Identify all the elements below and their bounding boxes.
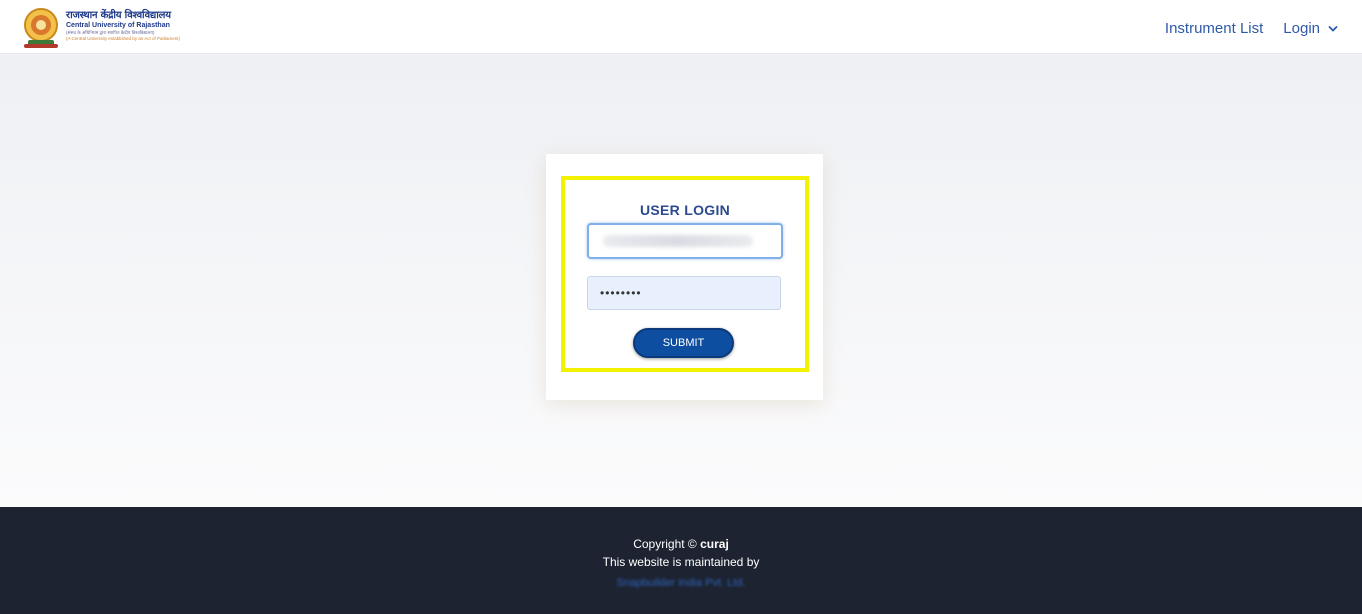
login-form-highlight: USER LOGIN •••••••• SUBMIT <box>561 176 809 372</box>
footer: Copyright © curaj This website is mainta… <box>0 507 1362 614</box>
logo-subline-english: (A Central University established by an … <box>66 36 181 41</box>
nav-menu: Instrument List Login <box>1145 20 1338 37</box>
copyright-line: Copyright © curaj <box>0 535 1362 553</box>
copyright-prefix: Copyright © <box>633 537 701 551</box>
chevron-down-icon <box>1328 25 1338 32</box>
login-label: Login <box>1283 20 1320 37</box>
nav-login-dropdown[interactable]: Login <box>1283 20 1338 37</box>
username-value-redacted <box>603 235 753 247</box>
nav-instrument-list-link[interactable]: Instrument List <box>1165 20 1263 37</box>
maintainer-line: Snapbuilder India Pvt. Ltd. <box>0 573 1362 592</box>
logo-hindi-name: राजस्थान केंद्रीय विश्वविद्यालय <box>66 10 171 21</box>
login-title: USER LOGIN <box>639 202 731 218</box>
university-logo[interactable]: राजस्थान केंद्रीय विश्वविद्यालय Central … <box>22 6 212 50</box>
top-navbar: राजस्थान केंद्रीय विश्वविद्यालय Central … <box>0 0 1362 54</box>
logo-text: राजस्थान केंद्रीय विश्वविद्यालय Central … <box>66 10 216 42</box>
maintained-by-text: This website is maintained by <box>602 555 760 569</box>
password-input[interactable]: •••••••• <box>587 276 781 310</box>
copyright-brand: curaj <box>700 537 729 551</box>
instrument-list-label: Instrument List <box>1164 20 1264 37</box>
page: राजस्थान केंद्रीय विश्वविद्यालय Central … <box>0 0 1362 614</box>
login-card: USER LOGIN •••••••• SUBMIT <box>546 154 823 400</box>
main-content: USER LOGIN •••••••• SUBMIT <box>0 55 1362 507</box>
maintainer-link[interactable]: Snapbuilder India Pvt. Ltd. <box>616 577 745 589</box>
username-input[interactable] <box>587 223 783 259</box>
submit-button[interactable]: SUBMIT <box>633 328 734 358</box>
logo-english-name: Central University of Rajasthan <box>66 22 170 29</box>
university-emblem-icon <box>24 8 58 48</box>
